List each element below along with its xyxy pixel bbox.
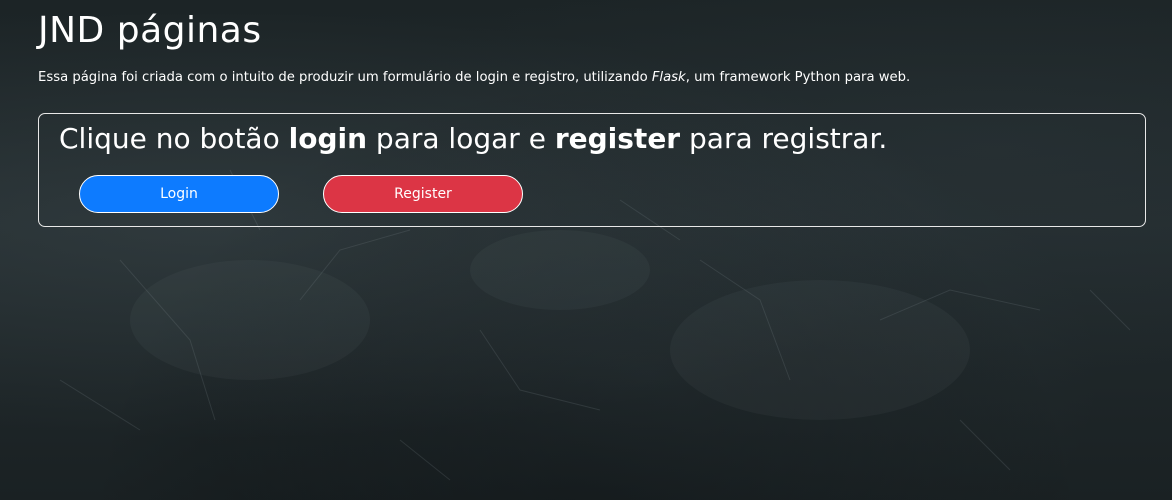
heading-text-3: para registrar. (680, 122, 888, 155)
heading-strong-register: register (554, 122, 681, 155)
auth-panel: Clique no botão login para logar e regis… (38, 113, 1146, 227)
heading-strong-login: login (288, 122, 368, 155)
panel-heading: Clique no botão login para logar e regis… (59, 122, 887, 155)
heading-text-1: Clique no botão (59, 122, 289, 155)
intro-text-start: Essa página foi criada com o intuito de … (38, 70, 652, 85)
framework-name: Flask (651, 70, 686, 85)
heading-text-2: para logar e (367, 122, 555, 155)
page-title: JND páginas (38, 10, 262, 51)
intro-paragraph: Essa página foi criada com o intuito de … (38, 70, 910, 85)
login-button[interactable]: Login (79, 175, 279, 213)
register-button[interactable]: Register (323, 175, 523, 213)
intro-text-end: , um framework Python para web. (685, 70, 911, 85)
